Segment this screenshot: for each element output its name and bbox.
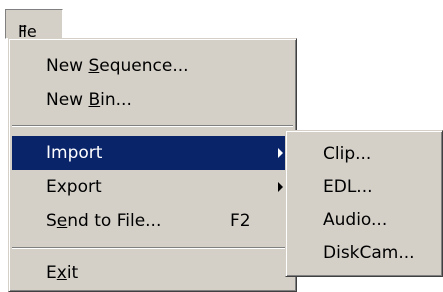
submenu-item-label: Audio... (323, 210, 388, 230)
menu-item-send-to-file[interactable]: Send to File... F2 (12, 204, 293, 238)
menu-separator (12, 247, 293, 249)
menu-separator (12, 125, 293, 127)
menu-item-export[interactable]: Export (12, 170, 293, 204)
import-submenu: Clip... EDL... Audio... DiskCam... (285, 130, 443, 277)
menu-item-label: Import (46, 143, 103, 163)
menu-item-new-bin[interactable]: New Bin... (12, 83, 293, 117)
submenu-item-label: DiskCam... (323, 243, 415, 263)
submenu-item-edl[interactable]: EDL... (289, 171, 439, 203)
submenu-item-label: EDL... (323, 177, 373, 197)
menu-item-new-sequence[interactable]: New Sequence... (12, 49, 293, 83)
menu-item-label: New Sequence... (46, 56, 189, 76)
menu-item-label: Export (46, 177, 102, 197)
submenu-item-label: Clip... (323, 144, 372, 164)
menu-item-label: Send to File... (46, 211, 162, 231)
menu-item-import[interactable]: Import (12, 136, 293, 170)
menu-item-label: Exit (46, 263, 79, 283)
submenu-item-audio[interactable]: Audio... (289, 204, 439, 236)
file-menu-button[interactable]: File (5, 9, 63, 41)
submenu-item-clip[interactable]: Clip... (289, 138, 439, 170)
submenu-item-diskcam[interactable]: DiskCam... (289, 237, 439, 269)
submenu-arrow-icon (278, 148, 283, 158)
menu-item-label: New Bin... (46, 90, 132, 110)
menu-item-exit[interactable]: Exit (12, 256, 293, 290)
file-dropdown-menu: New Sequence... New Bin... Import Export… (8, 38, 297, 292)
shortcut-label: F2 (230, 211, 251, 231)
submenu-arrow-icon (278, 182, 283, 192)
